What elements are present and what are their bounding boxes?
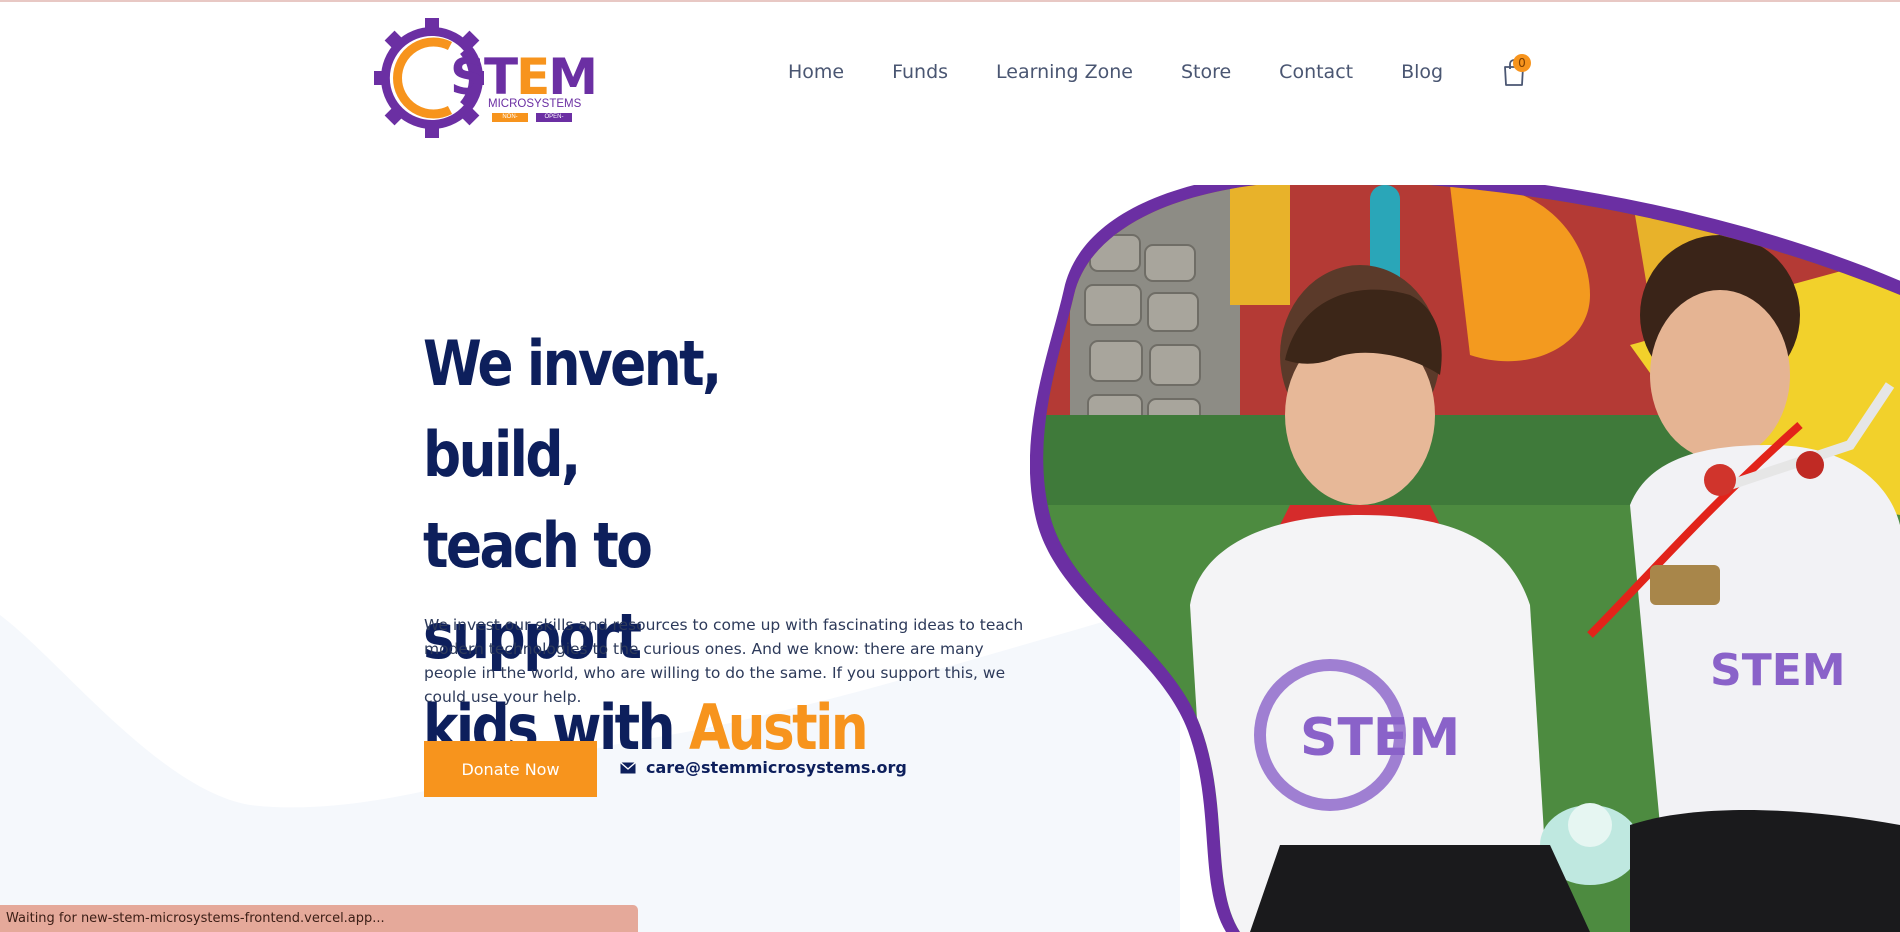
nav-store[interactable]: Store [1181,60,1231,84]
hero-photo: STEM STEM [1030,185,1900,932]
nav-home[interactable]: Home [788,60,844,84]
svg-text:STEM: STEM [1300,708,1460,768]
contact-email-link[interactable]: care@stemmicrosystems.org [620,758,907,777]
svg-text:STEM: STEM [1710,645,1846,696]
nav-contact[interactable]: Contact [1279,60,1353,84]
main-nav: Home Funds Learning Zone Store Contact B… [788,60,1491,84]
cart-count-badge: 0 [1513,54,1531,72]
logo-subtitle: MICROSYSTEMS [488,98,582,110]
logo-tag-opensource: OPEN-SOURCE [536,113,572,129]
logo-tag-nonprofit: NON-PROFIT [492,113,528,129]
contact-email-text: care@stemmicrosystems.org [646,758,907,777]
logo[interactable]: STEM MICROSYSTEMS NON-PROFIT OPEN-SOURCE [372,16,598,140]
hero-description: We invest our skills and resources to co… [424,616,1024,706]
envelope-icon [620,761,636,773]
hero-title-line1: We invent, build, [423,327,722,491]
browser-status-bar: Waiting for new-stem-microsystems-fronte… [0,905,638,932]
nav-funds[interactable]: Funds [892,60,948,84]
donate-now-button[interactable]: Donate Now [424,741,597,797]
logo-wordmark: STEM [450,48,598,106]
nav-learning-zone[interactable]: Learning Zone [996,60,1133,84]
nav-blog[interactable]: Blog [1401,60,1443,84]
